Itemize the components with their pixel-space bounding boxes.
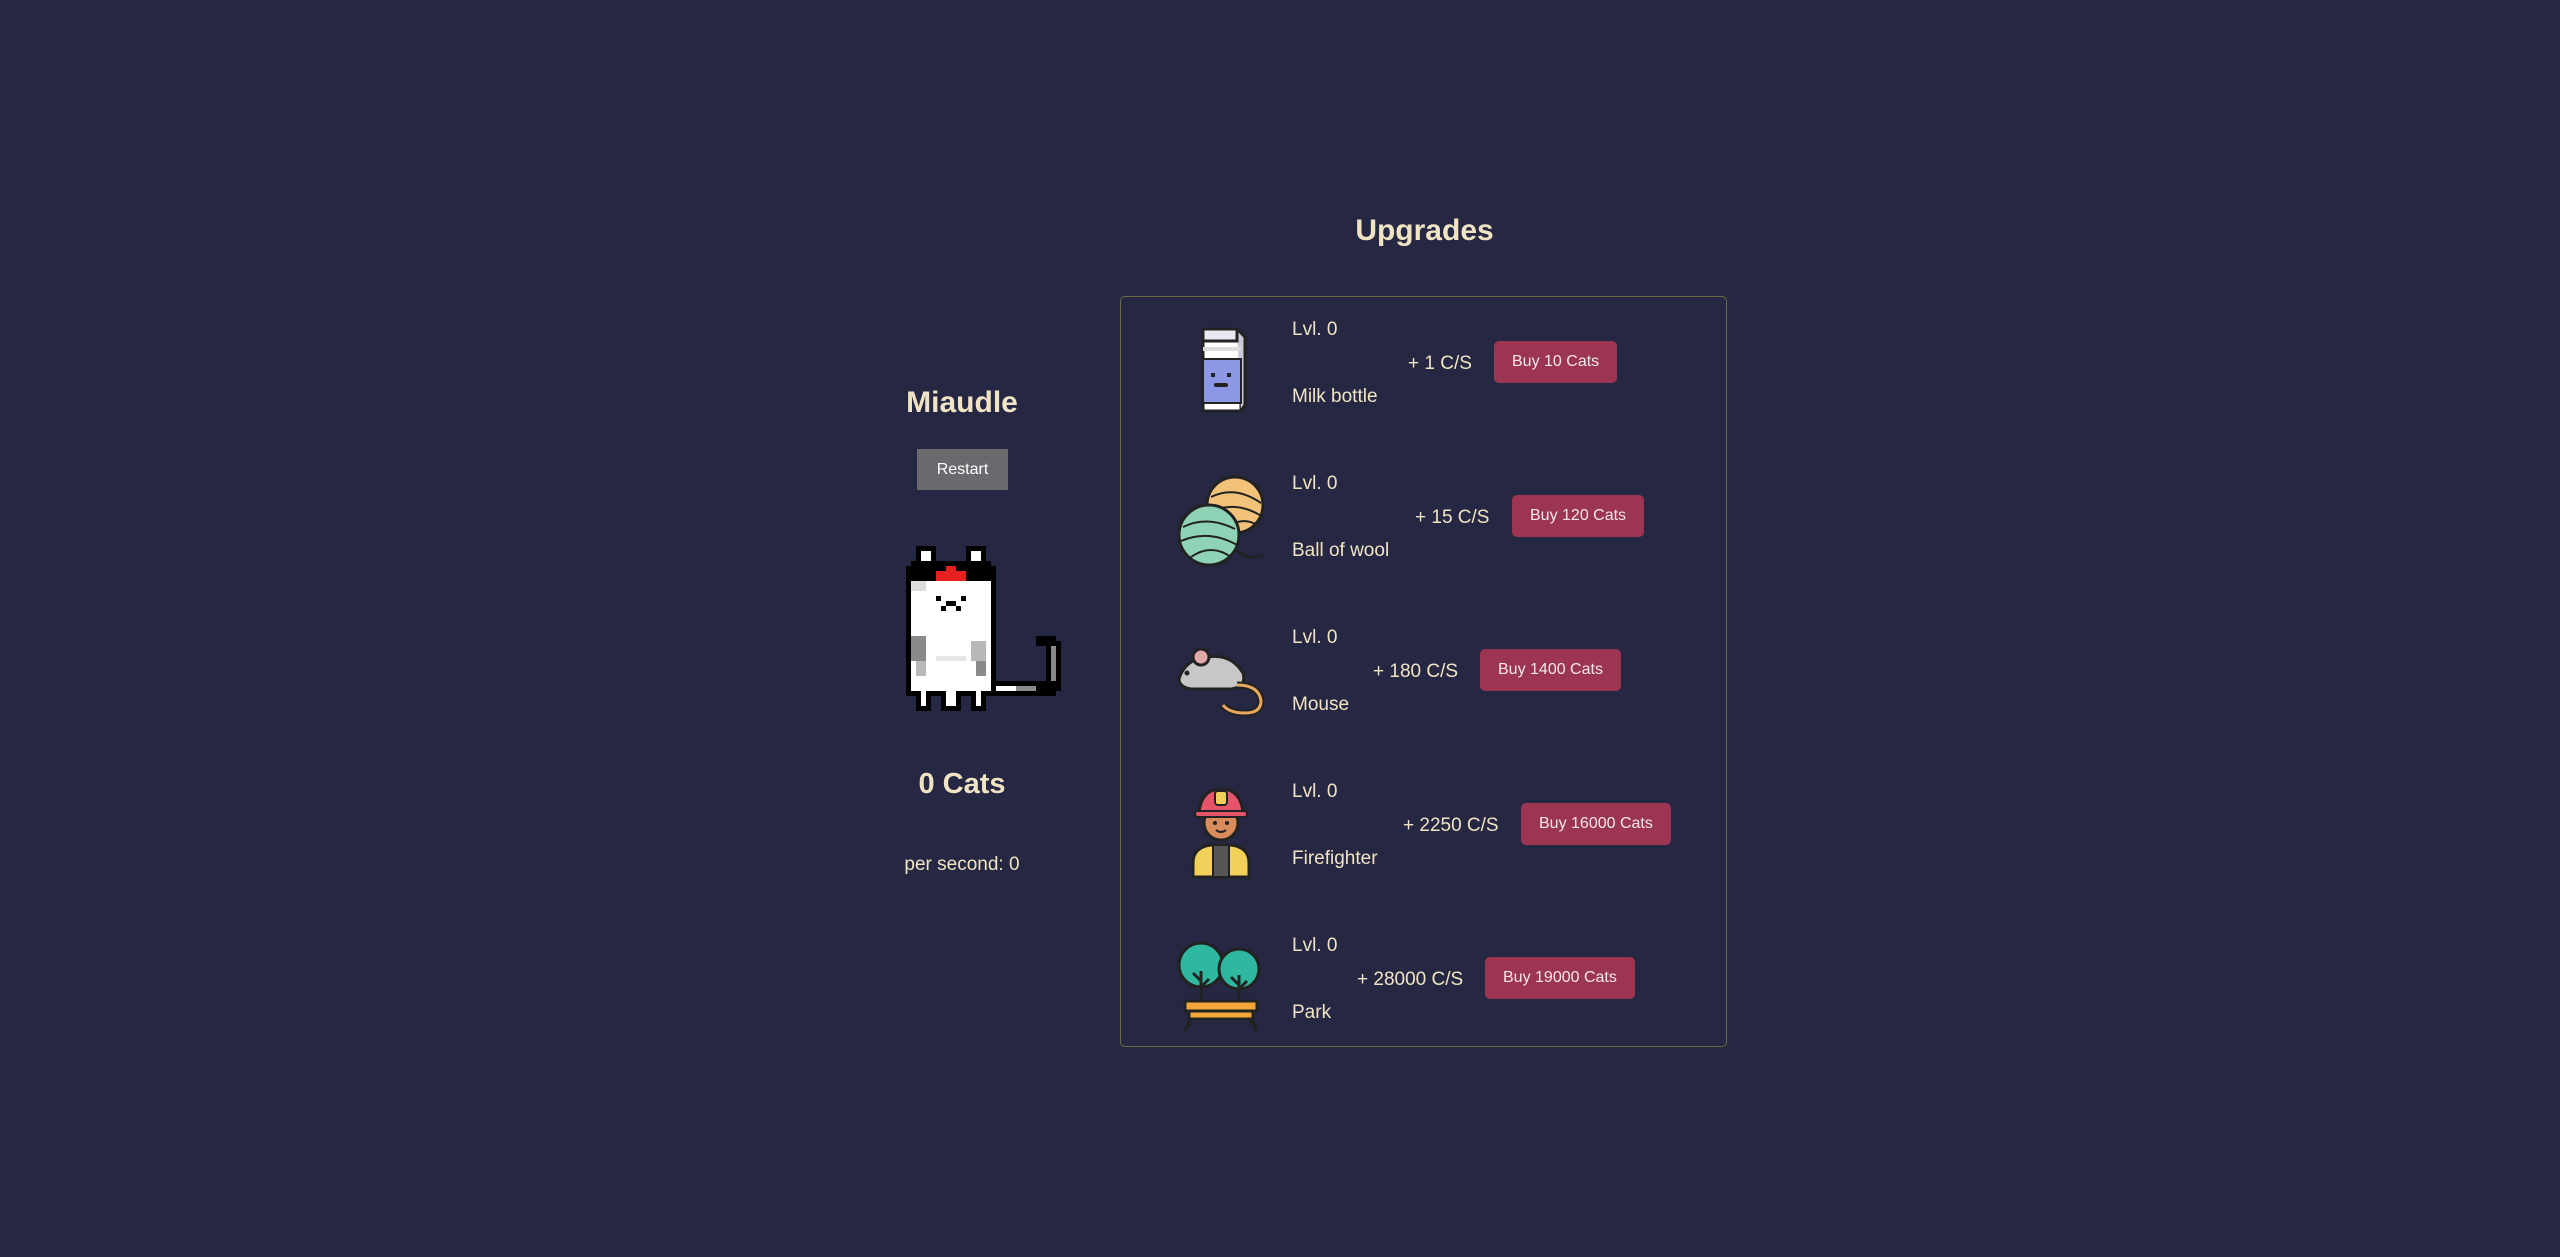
upgrade-name: Milk bottle [1292,386,1378,407]
mouse-icon [1171,623,1271,727]
buy-mouse-button[interactable]: Buy 1400 Cats [1480,649,1621,691]
upgrade-name: Ball of wool [1292,540,1390,561]
upgrade-row-mouse: Lvl. 0 Mouse + 180 C/S Buy 1400 Cats [1121,605,1726,745]
upgrades-list: Lvl. 0 Milk bottle + 1 C/S Buy 10 Cats L… [1120,296,1727,1047]
upgrade-row-firefighter: Lvl. 0 Firefighter + 2250 C/S Buy 16000 … [1121,759,1726,899]
buy-milk-bottle-button[interactable]: Buy 10 Cats [1494,341,1618,383]
game-title: Miaudle [906,386,1018,419]
upgrade-rate: + 180 C/S [1373,661,1459,682]
cat-count: 0 Cats [918,768,1006,800]
cat-clicker-icon[interactable] [906,546,1066,716]
upgrade-level: Lvl. 0 [1292,473,1338,494]
firefighter-icon [1171,777,1271,881]
restart-button[interactable]: Restart [917,449,1008,490]
upgrade-level: Lvl. 0 [1292,627,1338,648]
milk-bottle-icon [1171,315,1271,419]
upgrade-rate: + 15 C/S [1415,507,1490,528]
upgrade-rate: + 1 C/S [1408,353,1472,374]
upgrade-level: Lvl. 0 [1292,935,1338,956]
cats-per-second: per second: 0 [904,854,1020,875]
upgrade-level: Lvl. 0 [1292,319,1338,340]
game-page: Miaudle Restart 0 Cats per second: 0 Upg… [0,0,2560,1257]
upgrade-name: Firefighter [1292,848,1378,869]
upgrade-row-milk-bottle: Lvl. 0 Milk bottle + 1 C/S Buy 10 Cats [1121,297,1726,437]
upgrade-rate: + 28000 C/S [1357,969,1464,990]
upgrades-title: Upgrades [1355,214,1494,247]
upgrade-name: Mouse [1292,694,1350,715]
buy-park-button[interactable]: Buy 19000 Cats [1485,957,1635,999]
upgrade-name: Park [1292,1002,1332,1023]
ball-of-wool-icon [1171,469,1271,573]
park-icon [1171,931,1271,1035]
upgrade-row-park: Lvl. 0 Park + 28000 C/S Buy 19000 Cats [1121,913,1726,1053]
buy-ball-of-wool-button[interactable]: Buy 120 Cats [1512,495,1645,537]
upgrade-level: Lvl. 0 [1292,781,1338,802]
upgrade-rate: + 2250 C/S [1403,815,1499,836]
buy-firefighter-button[interactable]: Buy 16000 Cats [1521,803,1671,845]
upgrade-row-ball-of-wool: Lvl. 0 Ball of wool + 15 C/S Buy 120 Cat… [1121,451,1726,591]
